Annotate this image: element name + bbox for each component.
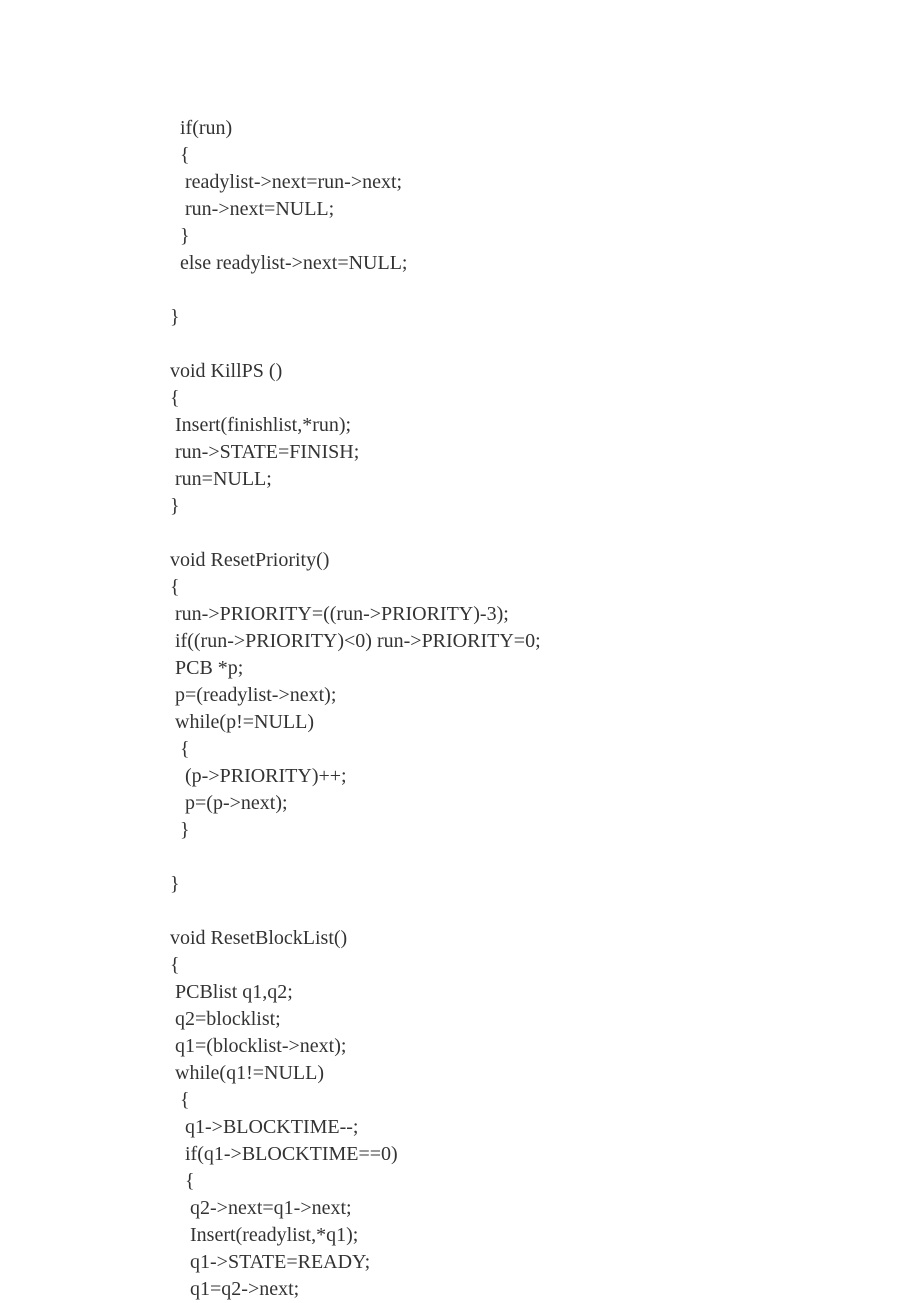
code-line: { [170,574,920,601]
code-line: } [170,304,920,331]
code-line: } [170,493,920,520]
code-line: while(q1!=NULL) [170,1060,920,1087]
code-line: void ResetPriority() [170,547,920,574]
code-line [170,277,920,304]
code-line: q2->next=q1->next; [170,1195,920,1222]
code-line: p=(readylist->next); [170,682,920,709]
code-line: q1=(blocklist->next); [170,1033,920,1060]
code-block: if(run) { readylist->next=run->next; run… [0,0,920,1303]
code-line: { [170,736,920,763]
code-line: readylist->next=run->next; [170,169,920,196]
code-line: run=NULL; [170,466,920,493]
code-line: { [170,952,920,979]
code-line [170,898,920,925]
code-line: else readylist->next=NULL; [170,250,920,277]
code-line: q2=blocklist; [170,1006,920,1033]
code-line: q1=q2->next; [170,1276,920,1303]
code-line: run->STATE=FINISH; [170,439,920,466]
code-line: { [170,1168,920,1195]
code-line [170,331,920,358]
code-line: } [170,817,920,844]
code-line: q1->BLOCKTIME--; [170,1114,920,1141]
code-line: { [170,1087,920,1114]
code-line: p=(p->next); [170,790,920,817]
code-line: Insert(readylist,*q1); [170,1222,920,1249]
code-line: { [170,142,920,169]
code-line: } [170,223,920,250]
code-line: { [170,385,920,412]
code-line: if((run->PRIORITY)<0) run->PRIORITY=0; [170,628,920,655]
code-line: if(run) [170,115,920,142]
code-line [170,844,920,871]
code-line [170,520,920,547]
code-line: Insert(finishlist,*run); [170,412,920,439]
code-line: run->PRIORITY=((run->PRIORITY)-3); [170,601,920,628]
code-line: (p->PRIORITY)++; [170,763,920,790]
code-line: PCB *p; [170,655,920,682]
code-line: while(p!=NULL) [170,709,920,736]
code-line: } [170,871,920,898]
code-line: q1->STATE=READY; [170,1249,920,1276]
code-line: if(q1->BLOCKTIME==0) [170,1141,920,1168]
code-line: void ResetBlockList() [170,925,920,952]
code-line: run->next=NULL; [170,196,920,223]
code-line: void KillPS () [170,358,920,385]
code-line: PCBlist q1,q2; [170,979,920,1006]
